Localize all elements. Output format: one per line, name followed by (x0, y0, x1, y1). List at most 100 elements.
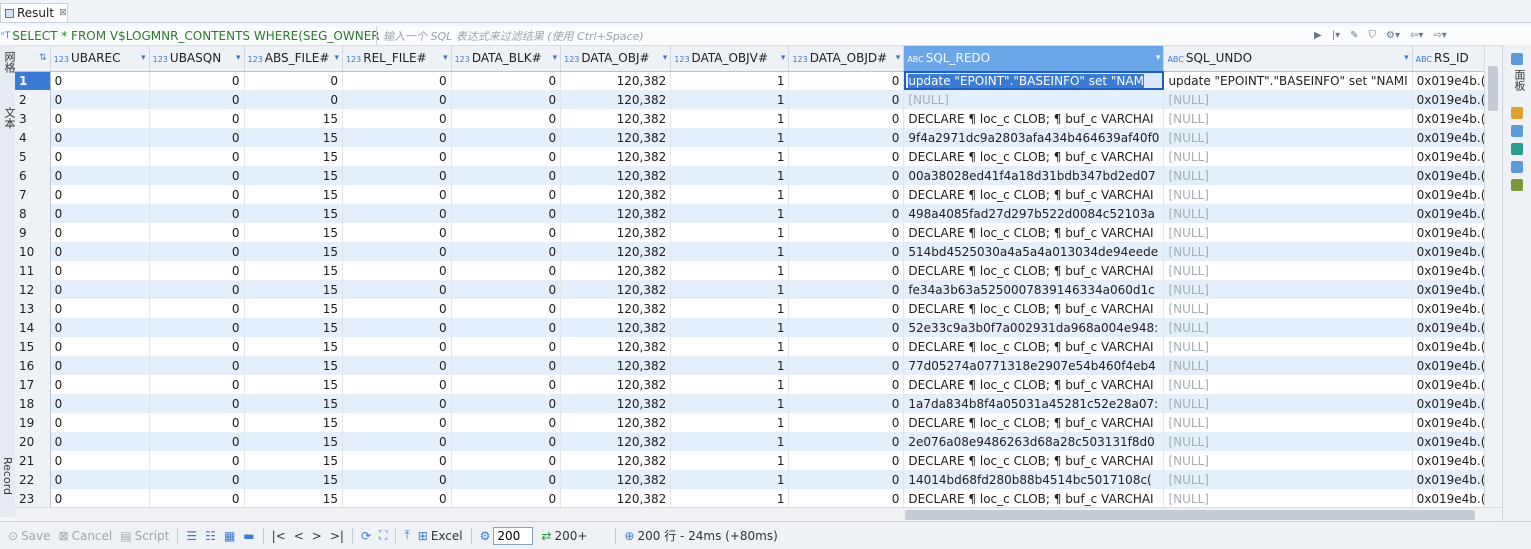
cell-redo[interactable]: 9f4a2971dc9a2803afa434b464639af40f0 (903, 128, 1165, 147)
cell-rel[interactable]: 0 (342, 71, 452, 90)
cell-ubarec[interactable]: 0 (50, 299, 150, 318)
cell-ubarec[interactable]: 0 (50, 109, 150, 128)
cell-undo[interactable]: update "EPOINT"."BASEINFO" set "NAMI (1163, 71, 1413, 90)
cell-objd[interactable]: 0 (788, 318, 905, 337)
row-number[interactable]: 10 (15, 242, 51, 261)
row-number[interactable]: 14 (15, 318, 51, 337)
vertical-scrollbar[interactable] (1484, 46, 1502, 507)
cell-blk[interactable]: 0 (451, 337, 562, 356)
cell-ubarec[interactable]: 0 (50, 204, 150, 223)
table-row[interactable]: 17 0 0 15 0 0 120,382 1 0 DECLARE ¶ loc_c CLOB; ¶… (15, 375, 1501, 394)
cell-rel[interactable]: 0 (342, 223, 452, 242)
horizontal-scroll-thumb[interactable] (905, 510, 1475, 520)
cell-redo[interactable]: DECLARE ¶ loc_c CLOB; ¶ buf_c VARCHAI (903, 489, 1165, 507)
cell-rel[interactable]: 0 (342, 489, 452, 507)
prev-page-icon[interactable]: < (294, 529, 304, 543)
cell-ubarec[interactable]: 0 (50, 185, 150, 204)
grouping-icon[interactable] (1511, 179, 1523, 191)
cell-ubasqn[interactable]: 0 (149, 375, 245, 394)
cell-objd[interactable]: 0 (788, 470, 905, 489)
cell-blk[interactable]: 0 (451, 356, 562, 375)
cell-ubasqn[interactable]: 0 (149, 413, 245, 432)
cell-objv[interactable]: 1 (670, 223, 790, 242)
cell-blk[interactable]: 0 (451, 280, 562, 299)
cell-rel[interactable]: 0 (342, 432, 452, 451)
cell-obj[interactable]: 120,382 (560, 242, 672, 261)
filter-icon[interactable]: ▾ (663, 53, 668, 63)
cell-blk[interactable]: 0 (451, 375, 562, 394)
column-header[interactable]: 123 DATA_BLK# ▾ (451, 46, 562, 72)
cell-undo[interactable]: [NULL] (1163, 242, 1413, 261)
cell-ubarec[interactable]: 0 (50, 337, 150, 356)
cell-ubasqn[interactable]: 0 (149, 489, 245, 507)
cell-redo[interactable]: 00a38028ed41f4a18d31bdb347bd2ed07 (903, 166, 1165, 185)
cell-rel[interactable]: 0 (342, 356, 452, 375)
first-page-icon[interactable]: |< (272, 529, 286, 543)
cell-obj[interactable]: 120,382 (560, 451, 672, 470)
cell-objv[interactable]: 1 (670, 318, 790, 337)
cell-obj[interactable]: 120,382 (560, 299, 672, 318)
table-row[interactable]: 22 0 0 15 0 0 120,382 1 0 14014bd68fd280b88b4514b… (15, 470, 1501, 489)
cell-ubasqn[interactable]: 0 (149, 356, 245, 375)
cell-objv[interactable]: 1 (670, 299, 790, 318)
cell-redo[interactable]: 77d05274a0771318e2907e54b460f4eb4 (903, 356, 1165, 375)
tab-record[interactable]: Record (1, 457, 14, 495)
row-number[interactable]: 9 (15, 223, 51, 242)
cell-abs[interactable]: 15 (244, 375, 343, 394)
cell-obj[interactable]: 120,382 (560, 489, 672, 507)
cell-objd[interactable]: 0 (788, 432, 905, 451)
cell-ubarec[interactable]: 0 (50, 489, 150, 507)
cell-objd[interactable]: 0 (788, 90, 905, 109)
cell-ubarec[interactable]: 0 (50, 432, 150, 451)
cell-redo[interactable]: DECLARE ¶ loc_c CLOB; ¶ buf_c VARCHAI (903, 337, 1165, 356)
cell-objv[interactable]: 1 (670, 356, 790, 375)
cell-abs[interactable]: 15 (244, 432, 343, 451)
cell-objv[interactable]: 1 (670, 489, 790, 507)
cell-ubasqn[interactable]: 0 (149, 261, 245, 280)
cell-redo[interactable]: fe34a3b63a5250007839146334a060d1c (903, 280, 1165, 299)
cell-objv[interactable]: 1 (670, 166, 790, 185)
cell-objv[interactable]: 1 (670, 204, 790, 223)
cell-objv[interactable]: 1 (670, 109, 790, 128)
cell-redo[interactable]: DECLARE ¶ loc_c CLOB; ¶ buf_c VARCHAI (903, 261, 1165, 280)
cell-ubasqn[interactable]: 0 (149, 185, 245, 204)
cell-abs[interactable]: 15 (244, 356, 343, 375)
cell-undo[interactable]: [NULL] (1163, 318, 1413, 337)
next-page-icon[interactable]: > (312, 529, 322, 543)
cell-redo[interactable]: 2e076a08e9486263d68a28c503131f8d0 (903, 432, 1165, 451)
table-row[interactable]: 13 0 0 15 0 0 120,382 1 0 DECLARE ¶ loc_c CLOB; ¶… (15, 299, 1501, 318)
cell-objd[interactable]: 0 (788, 375, 905, 394)
image-icon[interactable] (1511, 125, 1523, 137)
cell-blk[interactable]: 0 (451, 71, 562, 90)
cell-ubarec[interactable]: 0 (50, 261, 150, 280)
cell-rel[interactable]: 0 (342, 413, 452, 432)
cell-abs[interactable]: 15 (244, 204, 343, 223)
cell-redo[interactable]: DECLARE ¶ loc_c CLOB; ¶ buf_c VARCHAI (903, 375, 1165, 394)
chart-icon[interactable] (1511, 107, 1523, 119)
cell-objv[interactable]: 1 (670, 185, 790, 204)
cell-objv[interactable]: 1 (670, 470, 790, 489)
cell-objv[interactable]: 1 (670, 413, 790, 432)
cell-objd[interactable]: 0 (788, 223, 905, 242)
sort-icon[interactable]: ⇅ (39, 53, 47, 63)
table-row[interactable]: 10 0 0 15 0 0 120,382 1 0 514bd4525030a4a5a4a0130… (15, 242, 1501, 261)
row-number[interactable]: 19 (15, 413, 51, 432)
table-row[interactable]: 7 0 0 15 0 0 120,382 1 0 DECLARE ¶ loc_c CLOB; ¶ … (15, 185, 1501, 204)
cell-ubarec[interactable]: 0 (50, 147, 150, 166)
panel-toggle-icon[interactable] (1511, 53, 1523, 65)
cell-obj[interactable]: 120,382 (560, 128, 672, 147)
row-number[interactable]: 22 (15, 470, 51, 489)
filter-icon[interactable]: ▾ (236, 53, 241, 63)
cell-blk[interactable]: 0 (451, 109, 562, 128)
column-header[interactable]: 123 DATA_OBJV# ▾ (670, 46, 790, 72)
table-row[interactable]: 4 0 0 15 0 0 120,382 1 0 9f4a2971dc9a2803afa434b4… (15, 128, 1501, 147)
row-number[interactable]: 21 (15, 451, 51, 470)
cell-objv[interactable]: 1 (670, 71, 790, 90)
row-number[interactable]: 4 (15, 128, 51, 147)
table-row[interactable]: 15 0 0 15 0 0 120,382 1 0 DECLARE ¶ loc_c CLOB; ¶… (15, 337, 1501, 356)
column-header-selected[interactable]: ABC SQL_REDO ▾ (903, 46, 1165, 72)
cell-abs[interactable]: 15 (244, 394, 343, 413)
cell-undo[interactable]: [NULL] (1163, 185, 1413, 204)
cell-ubasqn[interactable]: 0 (149, 242, 245, 261)
table-row[interactable]: 21 0 0 15 0 0 120,382 1 0 DECLARE ¶ loc_c CLOB; ¶… (15, 451, 1501, 470)
